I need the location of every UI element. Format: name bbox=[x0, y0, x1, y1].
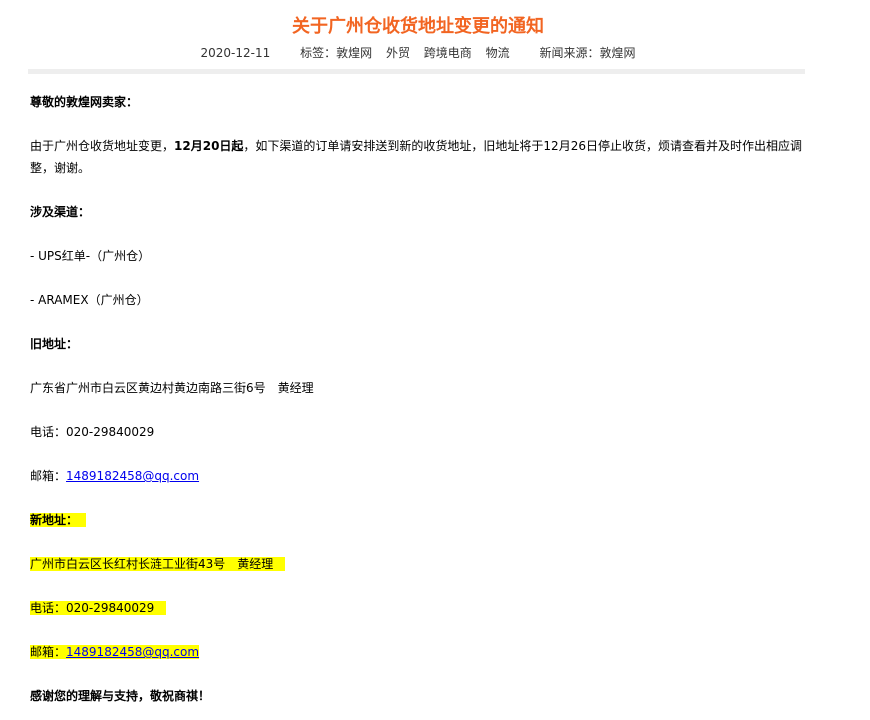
effective-date: 12月20日起 bbox=[174, 139, 244, 153]
closing-text: 感谢您的理解与支持，敬祝商祺！ bbox=[30, 689, 211, 703]
source-name: 敦煌网 bbox=[599, 46, 636, 60]
greeting: 尊敬的敦煌网卖家： bbox=[30, 95, 139, 109]
new-address-line: 广州市白云区长红村长涟工业街43号 黄经理 bbox=[30, 553, 285, 575]
old-address: 广东省广州市白云区黄边村黄边南路三街6号 黄经理 bbox=[30, 381, 314, 395]
old-email-link[interactable]: 1489182458@qq.com bbox=[66, 469, 199, 483]
tags-label: 标签： bbox=[300, 46, 337, 60]
new-email-line: 邮箱：1489182458@qq.com bbox=[30, 641, 200, 663]
old-address-heading: 旧地址： bbox=[30, 337, 79, 351]
new-address-heading-text: 新地址： bbox=[30, 513, 79, 527]
channels-heading: 涉及渠道： bbox=[30, 205, 91, 219]
tag-link[interactable]: 跨境电商 bbox=[424, 44, 472, 62]
publish-date: 2020-12-11 bbox=[200, 46, 271, 60]
tag-link[interactable]: 物流 bbox=[486, 44, 510, 62]
new-phone-line: 电话：020-29840029 bbox=[30, 597, 166, 619]
email-label: 邮箱： bbox=[30, 645, 67, 659]
tag-link[interactable]: 外贸 bbox=[386, 44, 410, 62]
article-meta: 2020-12-11 标签：敦煌网 外贸 跨境电商 物流 新闻来源：敦煌网 bbox=[0, 44, 836, 62]
tag-link[interactable]: 敦煌网 bbox=[336, 44, 372, 62]
new-phone: 电话：020-29840029 bbox=[30, 601, 155, 615]
title-divider bbox=[28, 69, 805, 74]
intro-paragraph: 由于广州仓收货地址变更，12月20日起，如下渠道的订单请安排送到新的收货地址，旧… bbox=[30, 135, 810, 179]
new-email-highlight: 邮箱：1489182458@qq.com bbox=[30, 645, 200, 659]
old-phone: 电话：020-29840029 bbox=[30, 425, 155, 439]
old-email-line: 邮箱：1489182458@qq.com bbox=[30, 465, 199, 487]
new-address: 广州市白云区长红村长涟工业街43号 黄经理 bbox=[30, 557, 274, 571]
new-email-link[interactable]: 1489182458@qq.com bbox=[66, 645, 199, 659]
source-label: 新闻来源： bbox=[539, 46, 600, 60]
new-address-heading: 新地址： bbox=[30, 509, 87, 531]
email-label: 邮箱： bbox=[30, 469, 67, 483]
channel-item: - ARAMEX（广州仓） bbox=[30, 293, 149, 307]
article-title: 关于广州仓收货地址变更的通知 bbox=[292, 16, 544, 37]
intro-text: 由于广州仓收货地址变更， bbox=[30, 139, 175, 153]
channel-item: - UPS红单-（广州仓） bbox=[30, 249, 151, 263]
